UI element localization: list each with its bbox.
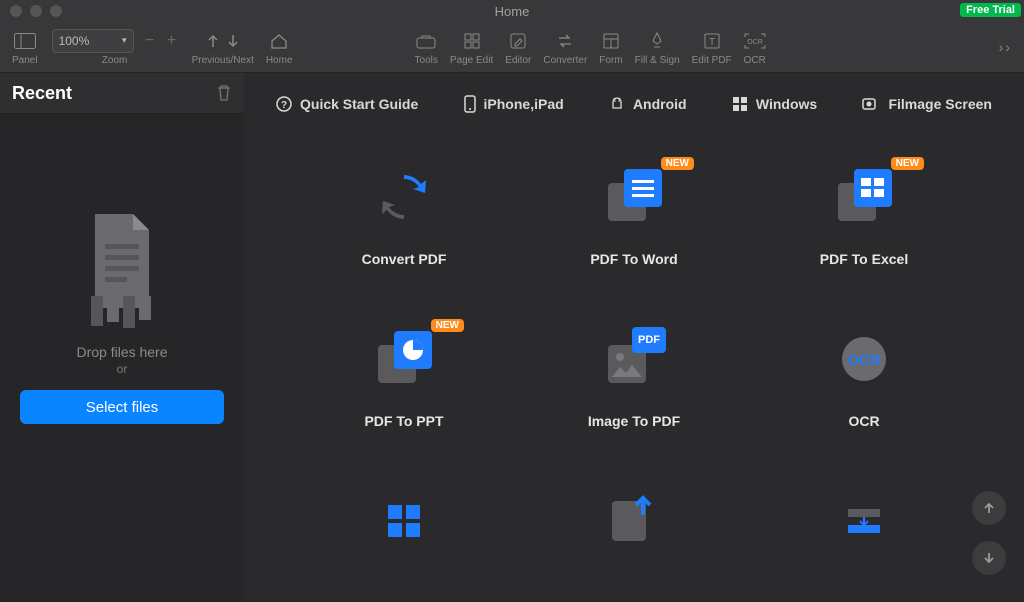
tool-grid: Convert PDF NEW PDF To Word [244,135,1024,553]
trash-icon[interactable] [216,84,232,102]
tile-ocr[interactable]: OCR OCR [774,327,954,429]
arrow-up-icon [206,33,220,49]
ocr-icon: OCR [744,33,766,49]
sidebar-header: Recent [0,73,244,114]
nav-quick-start[interactable]: ? Quick Start Guide [276,96,418,112]
tools-button[interactable]: Tools [409,22,444,72]
pen-icon [649,32,665,50]
form-icon [603,33,619,49]
fill-sign-button[interactable]: Fill & Sign [629,22,686,72]
svg-text:OCR: OCR [847,352,881,369]
grid-icon [464,33,480,49]
new-badge: NEW [431,319,464,332]
edit-icon [510,33,526,49]
home-icon [270,33,288,49]
tile-extra-1[interactable] [314,489,494,553]
svg-text:?: ? [281,100,287,111]
home-button[interactable]: Home [260,22,299,72]
tile-extra-3[interactable] [774,489,954,553]
panel-icon [14,33,36,49]
record-icon [862,97,880,111]
ppt-icon [394,331,432,369]
zoom-in-button[interactable]: + [166,32,178,50]
toolbar: Panel 100% ▾ − + Zoom Previous/Next Home… [0,22,1024,73]
tile-extra-2[interactable] [544,489,724,553]
chevron-down-icon: ▾ [122,35,127,46]
svg-text:OCR: OCR [747,39,763,46]
window-title: Home [0,4,1024,19]
select-files-button[interactable]: Select files [20,390,224,424]
nav-filmage[interactable]: Filmage Screen [862,96,992,112]
nav-android[interactable]: Android [609,96,687,112]
traffic-lights [10,5,62,17]
main-panel: ? Quick Start Guide iPhone,iPad Android … [244,73,1024,602]
edit-pdf-button[interactable]: T Edit PDF [686,22,738,72]
android-icon [609,96,625,112]
tile-image-to-pdf[interactable]: PDF Image To PDF [544,327,724,429]
zoom-select[interactable]: 100% ▾ [52,29,134,53]
arrow-down-icon [226,33,240,49]
file-illustration [77,210,167,330]
close-dot[interactable] [10,5,22,17]
tile-pdf-to-word[interactable]: NEW PDF To Word [544,165,724,267]
panel-button[interactable]: Panel [6,22,44,72]
scroll-down-button[interactable] [972,541,1006,575]
drop-text: Drop files here [76,344,167,360]
tile-pdf-to-ppt[interactable]: NEW PDF To PPT [314,327,494,429]
toolbox-icon [416,33,436,49]
minimize-dot[interactable] [30,5,42,17]
grid4-icon [384,501,424,541]
nav-windows[interactable]: Windows [732,96,817,112]
sidebar: Recent Drop files here or [0,73,244,602]
new-badge: NEW [891,157,924,170]
free-trial-badge[interactable]: Free Trial [960,3,1021,17]
converter-button[interactable]: Converter [537,22,593,72]
ocr-button[interactable]: OCR OCR [738,22,772,72]
word-icon [624,169,662,207]
scroll-up-button[interactable] [972,491,1006,525]
help-icon: ? [276,96,292,112]
or-text: or [117,362,128,376]
fullscreen-dot[interactable] [50,5,62,17]
text-icon: T [704,33,720,49]
top-nav: ? Quick Start Guide iPhone,iPad Android … [244,73,1024,135]
arrow-down-icon [981,550,997,566]
ocr-circle-icon: OCR [839,334,889,384]
page-edit-button[interactable]: Page Edit [444,22,499,72]
tile-pdf-to-excel[interactable]: NEW PDF To Excel [774,165,954,267]
upload-icon [626,491,660,525]
excel-icon [854,169,892,207]
prev-next-button[interactable]: Previous/Next [186,22,260,72]
svg-text:T: T [709,37,715,48]
converter-icon [556,33,574,49]
editor-button[interactable]: Editor [499,22,537,72]
windows-icon [732,96,748,112]
zoom-out-button[interactable]: − [144,32,156,50]
nav-iphone-ipad[interactable]: iPhone,iPad [464,95,564,113]
toolbar-overflow-button[interactable]: ›› [999,39,1012,55]
phone-icon [464,95,476,113]
titlebar: Home Free Trial [0,0,1024,22]
form-button[interactable]: Form [593,22,628,72]
arrow-up-icon [981,500,997,516]
recent-heading: Recent [12,83,72,104]
tile-convert-pdf[interactable]: Convert PDF [314,165,494,267]
new-badge: NEW [661,157,694,170]
drop-area[interactable]: Drop files here or Select files [0,114,244,602]
convert-icon [378,171,430,223]
compress-icon [842,503,886,539]
